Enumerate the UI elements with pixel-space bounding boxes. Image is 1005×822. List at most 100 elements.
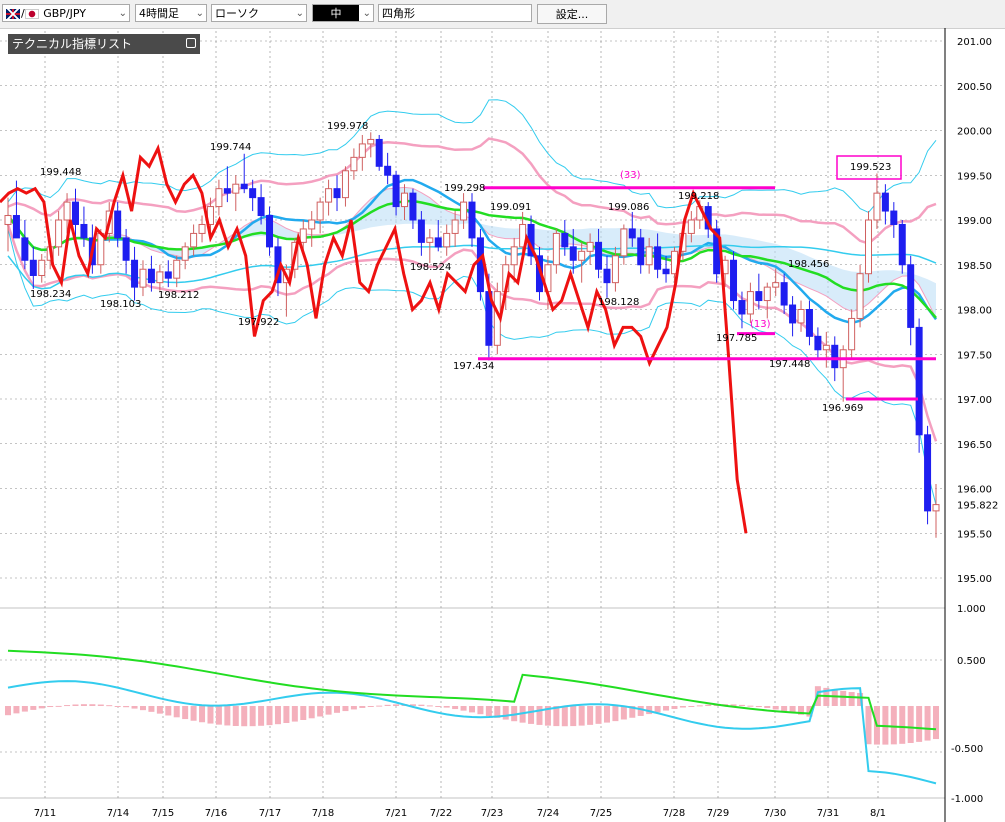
band-lines bbox=[6, 99, 938, 506]
macd-histogram-bar bbox=[173, 706, 180, 718]
candle-body bbox=[797, 309, 805, 324]
candle-body bbox=[249, 188, 257, 199]
macd-histogram-bar bbox=[5, 706, 11, 716]
candle-body bbox=[350, 156, 358, 172]
tool-name-field[interactable]: 四角形 bbox=[378, 4, 532, 22]
tech-list-panel[interactable]: テクニカル指標リスト bbox=[8, 34, 200, 54]
candle-body bbox=[822, 344, 830, 351]
candle-body bbox=[392, 174, 400, 208]
price-annotation: 198.524 bbox=[410, 262, 451, 273]
price-annotation: 199.091 bbox=[490, 202, 531, 213]
candle-body bbox=[55, 219, 63, 248]
macd-histogram-bar bbox=[469, 706, 475, 713]
macd-histogram-bar bbox=[258, 706, 265, 726]
candle-body bbox=[932, 504, 940, 512]
macd-histogram-bar bbox=[283, 706, 290, 723]
macd-histogram-bar bbox=[696, 705, 703, 707]
macd-histogram-bar bbox=[443, 706, 450, 708]
macd-histogram-bar bbox=[426, 705, 433, 707]
macd-histogram-bar bbox=[578, 706, 585, 726]
macd-histogram-bar bbox=[679, 706, 686, 708]
candle-body bbox=[417, 219, 425, 243]
macd-histogram-bar bbox=[384, 704, 391, 706]
candle-body bbox=[333, 188, 341, 199]
macd-histogram-bar bbox=[47, 706, 54, 708]
macd-histogram-bar bbox=[924, 706, 931, 741]
y-tick-label: 200.50 bbox=[957, 82, 992, 93]
settings-button[interactable]: 設定... bbox=[537, 4, 607, 24]
candle-body bbox=[561, 232, 569, 248]
macd-tick-label: -1.000 bbox=[951, 794, 983, 805]
candle-body bbox=[316, 201, 324, 221]
tool-option-select[interactable]: 中 ⌄ bbox=[312, 4, 374, 22]
macd-histogram-bar bbox=[688, 706, 695, 707]
candle-body bbox=[460, 201, 468, 221]
macd-histogram-bar bbox=[317, 706, 324, 717]
macd-histogram-bar bbox=[654, 706, 661, 713]
candle-body bbox=[71, 201, 79, 225]
minimize-icon[interactable] bbox=[186, 38, 196, 48]
candle-body bbox=[789, 304, 797, 324]
candle-body bbox=[367, 138, 375, 145]
macd-histogram-bar bbox=[182, 706, 189, 720]
macd-histogram-bar bbox=[738, 704, 745, 706]
macd-histogram-bar bbox=[528, 706, 535, 724]
chevron-down-icon: ⌄ bbox=[295, 8, 304, 19]
macd-histogram-bar bbox=[460, 706, 467, 711]
macd-histogram-bar bbox=[418, 704, 425, 706]
x-tick-label: 7/28 bbox=[663, 808, 685, 819]
candle-body bbox=[131, 259, 139, 288]
macd-histogram-bar bbox=[603, 706, 610, 723]
macd-tick-label: 1.000 bbox=[957, 604, 986, 615]
candle-body bbox=[147, 268, 155, 284]
candle-body bbox=[603, 268, 611, 284]
candle-body bbox=[915, 326, 923, 436]
macd-histogram-bar bbox=[536, 706, 543, 725]
macd-histogram-bar bbox=[342, 706, 349, 712]
macd-histogram-bar bbox=[131, 706, 138, 709]
price-annotation: 198.456 bbox=[788, 259, 829, 270]
x-tick-label: 7/23 bbox=[481, 808, 503, 819]
symbol-select[interactable]: / GBP/JPY ⌄ bbox=[2, 4, 130, 22]
price-annotation: 198.103 bbox=[100, 299, 141, 310]
price-annotation: 197.922 bbox=[238, 317, 279, 328]
candle-body bbox=[476, 237, 484, 293]
x-axis: 7/11 7/14 7/15 7/16 7/17 7/18 7/21 7/22 7/23 7/24… bbox=[34, 808, 886, 819]
candle-body bbox=[468, 201, 476, 239]
candle-body bbox=[409, 192, 417, 221]
price-chart[interactable]: 199.448 198.234 198.103 198.212 199.744 197.9… bbox=[0, 28, 1005, 822]
macd-histogram-bar bbox=[190, 706, 197, 721]
candle-body bbox=[341, 170, 349, 199]
macd-histogram-bar bbox=[165, 706, 172, 716]
candle-body bbox=[552, 232, 560, 266]
chevron-down-icon: ⌄ bbox=[118, 8, 127, 19]
macd-histogram-bar bbox=[291, 706, 298, 722]
price-annotation: 199.298 bbox=[444, 183, 485, 194]
macd-histogram-bar bbox=[123, 706, 130, 708]
candle-body bbox=[578, 250, 586, 261]
timeframe-select[interactable]: 4時間足 ⌄ bbox=[135, 4, 207, 22]
candle-body bbox=[375, 138, 383, 167]
x-tick-label: 7/31 bbox=[817, 808, 839, 819]
macd-histogram-bar bbox=[139, 706, 146, 711]
macd-histogram-bar bbox=[587, 706, 594, 725]
macd-histogram-bar bbox=[156, 706, 163, 714]
macd-histogram-bar bbox=[393, 704, 400, 706]
macd-histogram-bar bbox=[637, 706, 644, 716]
tool-option-label: 中 bbox=[313, 5, 359, 21]
y-tick-label: 199.00 bbox=[957, 216, 992, 227]
candle-body bbox=[637, 237, 645, 266]
price-annotation: 197.434 bbox=[453, 361, 494, 372]
chart-style-select[interactable]: ローソク ⌄ bbox=[211, 4, 307, 22]
macd-histogram-bar bbox=[114, 706, 121, 707]
chart-style-label: ローソク bbox=[215, 7, 259, 20]
tool-name-label: 四角形 bbox=[382, 7, 415, 20]
candle-body bbox=[814, 335, 822, 351]
candle-body bbox=[266, 215, 274, 248]
price-annotation: 199.448 bbox=[40, 167, 81, 178]
price-annotation: 199.978 bbox=[327, 121, 368, 132]
candle-body bbox=[730, 259, 738, 302]
candle-body bbox=[38, 259, 46, 276]
y-tick-label: 197.50 bbox=[957, 350, 992, 361]
candle-body bbox=[746, 291, 754, 315]
